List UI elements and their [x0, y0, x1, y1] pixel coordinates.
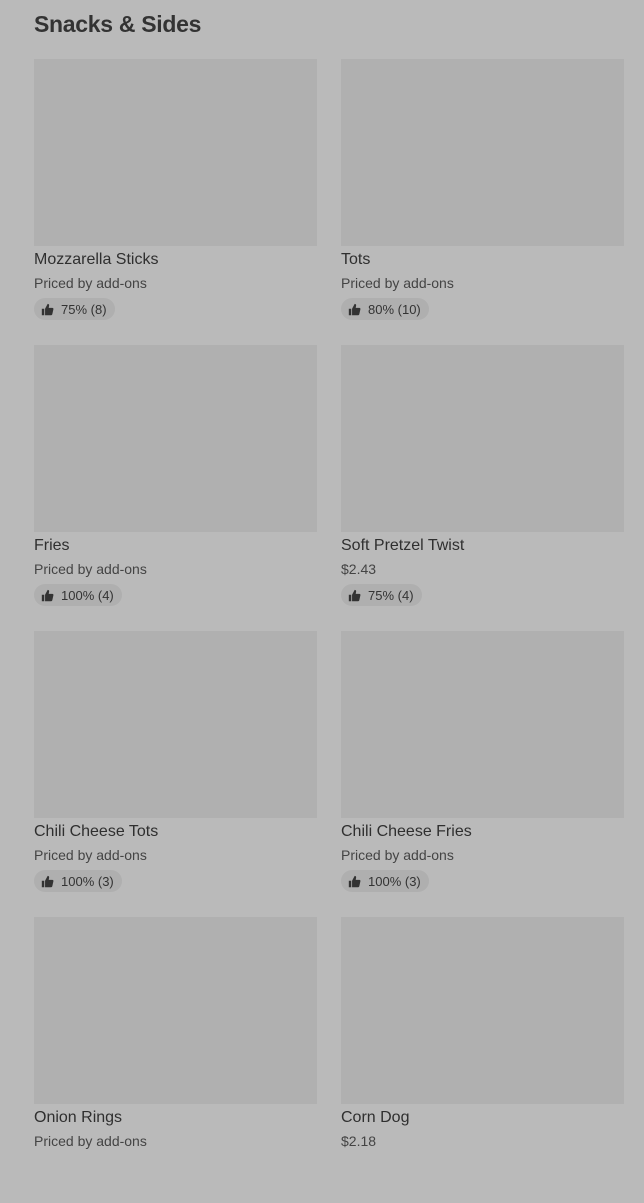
menu-item-image — [341, 917, 624, 1104]
menu-item-grid: Mozzarella Sticks Priced by add-ons 75% … — [34, 59, 624, 1203]
rating-text: 75% (8) — [61, 301, 107, 317]
thumbs-up-icon — [348, 589, 361, 602]
menu-item-image — [34, 631, 317, 818]
menu-item-card[interactable]: Chili Cheese Fries Priced by add-ons 100… — [341, 631, 624, 917]
rating-text: 100% (4) — [61, 587, 114, 603]
rating-badge: 100% (4) — [34, 584, 122, 606]
menu-item-image — [34, 917, 317, 1104]
menu-item-price: Priced by add-ons — [341, 847, 454, 863]
menu-item-image — [341, 631, 624, 818]
menu-item-card[interactable]: Fries Priced by add-ons 100% (4) — [34, 345, 317, 631]
thumbs-up-icon — [41, 303, 54, 316]
thumbs-up-icon — [41, 875, 54, 888]
rating-badge: 100% (3) — [34, 870, 122, 892]
rating-badge: 75% (4) — [341, 584, 422, 606]
thumbs-up-icon — [348, 303, 361, 316]
rating-badge: 75% (8) — [34, 298, 115, 320]
menu-item-price: Priced by add-ons — [341, 275, 454, 291]
menu-item-image — [34, 59, 317, 246]
menu-item-image — [34, 345, 317, 532]
rating-badge: 100% (3) — [341, 870, 429, 892]
menu-item-name: Tots — [341, 251, 371, 268]
menu-item-name: Chili Cheese Tots — [34, 823, 159, 840]
menu-item-card[interactable]: Corn Dog $2.18 — [341, 917, 624, 1203]
thumbs-up-icon — [348, 875, 361, 888]
menu-item-price: Priced by add-ons — [34, 561, 147, 577]
menu-item-name: Soft Pretzel Twist — [341, 537, 465, 554]
rating-text: 100% (3) — [61, 873, 114, 889]
menu-item-card[interactable]: Mozzarella Sticks Priced by add-ons 75% … — [34, 59, 317, 345]
section-title: Snacks & Sides — [34, 11, 202, 37]
menu-item-price: $2.18 — [341, 1133, 377, 1149]
menu-item-name: Chili Cheese Fries — [341, 823, 472, 840]
rating-text: 75% (4) — [368, 587, 414, 603]
menu-item-card[interactable]: Onion Rings Priced by add-ons — [34, 917, 317, 1203]
rating-text: 100% (3) — [368, 873, 421, 889]
rating-text: 80% (10) — [368, 301, 421, 317]
menu-item-image — [341, 59, 624, 246]
menu-item-name: Corn Dog — [341, 1109, 410, 1126]
menu-item-card[interactable]: Chili Cheese Tots Priced by add-ons 100%… — [34, 631, 317, 917]
rating-badge: 80% (10) — [341, 298, 429, 320]
menu-item-image — [341, 345, 624, 532]
menu-item-price: Priced by add-ons — [34, 275, 147, 291]
thumbs-up-icon — [41, 589, 54, 602]
menu-item-price: $2.43 — [341, 561, 377, 577]
menu-item-name: Onion Rings — [34, 1109, 123, 1126]
menu-item-price: Priced by add-ons — [34, 847, 147, 863]
menu-item-price: Priced by add-ons — [34, 1133, 147, 1149]
menu-item-name: Mozzarella Sticks — [34, 251, 159, 268]
menu-item-name: Fries — [34, 537, 70, 554]
menu-item-card[interactable]: Soft Pretzel Twist $2.43 75% (4) — [341, 345, 624, 631]
menu-item-card[interactable]: Tots Priced by add-ons 80% (10) — [341, 59, 624, 345]
